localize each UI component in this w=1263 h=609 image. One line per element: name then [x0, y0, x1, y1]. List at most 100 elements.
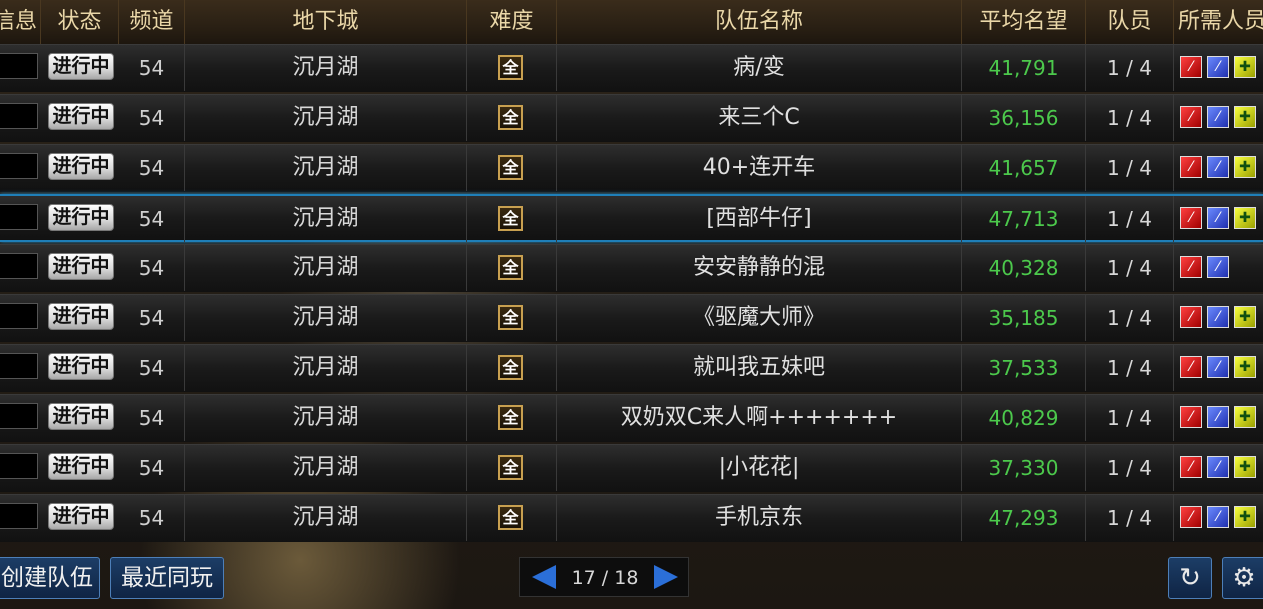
table-header: 信息 状态 频道 地下城 难度 队伍名称 平均名望 队员 所需人员: [0, 0, 1263, 45]
status-badge: 进行中: [48, 403, 114, 430]
message-box: [0, 153, 38, 179]
channel-number: 54: [119, 495, 185, 541]
message-box: [0, 204, 38, 230]
recent-players-button[interactable]: 最近同玩: [110, 557, 224, 599]
role-red-icon: ⁄: [1180, 506, 1202, 528]
average-fame: 40,829: [962, 395, 1086, 441]
status-badge: 进行中: [48, 353, 114, 380]
dungeon-name: 沉月湖: [185, 395, 467, 441]
role-blue-icon: ⁄: [1207, 406, 1229, 428]
average-fame: 35,185: [962, 295, 1086, 341]
role-blue-icon: ⁄: [1207, 356, 1229, 378]
member-count: 1 / 4: [1086, 345, 1174, 391]
party-row[interactable]: 进行中 54 沉月湖全 40+连开车 41,657 1 / 4 ⁄ ⁄ ✚: [0, 144, 1263, 192]
party-row[interactable]: 进行中 54 沉月湖全就叫我五妹吧 37,533 1 / 4 ⁄ ⁄ ✚: [0, 344, 1263, 392]
role-red-icon: ⁄: [1180, 106, 1202, 128]
party-row[interactable]: 进行中 54 沉月湖全 [西部牛仔] 47,713 1 / 4 ⁄ ⁄ ✚: [0, 194, 1263, 242]
party-row[interactable]: 进行中 54 沉月湖全来三个C 36,156 1 / 4 ⁄ ⁄ ✚: [0, 94, 1263, 142]
header-info: 信息: [0, 0, 41, 44]
average-fame: 41,791: [962, 45, 1086, 91]
create-team-button[interactable]: 创建队伍: [0, 557, 100, 599]
average-fame: 36,156: [962, 95, 1086, 141]
role-yellow-icon: ✚: [1234, 456, 1256, 478]
role-blue-icon: ⁄: [1207, 156, 1229, 178]
message-box: [0, 253, 38, 279]
party-row[interactable]: 进行中 54 沉月湖全《驱魔大师》 35,185 1 / 4 ⁄ ⁄ ✚: [0, 294, 1263, 342]
role-blue-icon: ⁄: [1207, 56, 1229, 78]
average-fame: 40,328: [962, 245, 1086, 291]
role-red-icon: ⁄: [1180, 356, 1202, 378]
settings-button[interactable]: ⚙: [1222, 557, 1263, 599]
prev-page-icon[interactable]: [532, 565, 556, 589]
average-fame: 47,293: [962, 495, 1086, 541]
header-channel: 频道: [119, 0, 185, 44]
member-count: 1 / 4: [1086, 245, 1174, 291]
channel-number: 54: [119, 95, 185, 141]
role-yellow-icon: ✚: [1234, 506, 1256, 528]
team-name: 就叫我五妹吧: [557, 345, 962, 391]
difficulty-all-icon: 全: [498, 405, 523, 430]
team-name: |小花花|: [557, 445, 962, 491]
role-yellow-icon: ✚: [1234, 406, 1256, 428]
party-finder-window: 信息 状态 频道 地下城 难度 队伍名称 平均名望 队员 所需人员 进行中 54 沉…: [0, 0, 1263, 609]
role-yellow-icon: ✚: [1234, 356, 1256, 378]
status-badge: 进行中: [48, 153, 114, 180]
difficulty-all-icon: 全: [498, 255, 523, 280]
message-box: [0, 503, 38, 529]
dungeon-name: 沉月湖: [185, 245, 467, 291]
role-yellow-icon: ✚: [1234, 106, 1256, 128]
difficulty-all-icon: 全: [498, 155, 523, 180]
member-count: 1 / 4: [1086, 95, 1174, 141]
dungeon-name: 沉月湖: [185, 345, 467, 391]
party-row[interactable]: 进行中 54 沉月湖全 |小花花| 37,330 1 / 4 ⁄ ⁄ ✚: [0, 444, 1263, 492]
refresh-button[interactable]: ↻: [1168, 557, 1212, 599]
dungeon-name: 沉月湖: [185, 45, 467, 91]
role-red-icon: ⁄: [1180, 306, 1202, 328]
team-name: 双奶双C来人啊+++++++: [557, 395, 962, 441]
channel-number: 54: [119, 45, 185, 91]
header-status: 状态: [41, 0, 119, 44]
average-fame: 37,533: [962, 345, 1086, 391]
average-fame: 47,713: [962, 196, 1086, 242]
member-count: 1 / 4: [1086, 495, 1174, 541]
difficulty-all-icon: 全: [498, 455, 523, 480]
role-yellow-icon: ✚: [1234, 207, 1256, 229]
role-yellow-icon: ✚: [1234, 306, 1256, 328]
member-count: 1 / 4: [1086, 445, 1174, 491]
difficulty-all-icon: 全: [498, 55, 523, 80]
channel-number: 54: [119, 196, 185, 242]
message-box: [0, 53, 38, 79]
next-page-icon[interactable]: [654, 565, 678, 589]
role-blue-icon: ⁄: [1207, 256, 1229, 278]
party-row[interactable]: 进行中 54 沉月湖全双奶双C来人啊+++++++ 40,829 1 / 4 ⁄ ⁄ ✚: [0, 394, 1263, 442]
difficulty-all-icon: 全: [498, 305, 523, 330]
dungeon-name: 沉月湖: [185, 495, 467, 541]
channel-number: 54: [119, 245, 185, 291]
role-yellow-icon: ✚: [1234, 156, 1256, 178]
message-box: [0, 403, 38, 429]
role-yellow-icon: ✚: [1234, 56, 1256, 78]
member-count: 1 / 4: [1086, 295, 1174, 341]
difficulty-all-icon: 全: [498, 505, 523, 530]
channel-number: 54: [119, 295, 185, 341]
team-name: 40+连开车: [557, 145, 962, 191]
role-blue-icon: ⁄: [1207, 456, 1229, 478]
party-row[interactable]: 进行中 54 沉月湖全手机京东 47,293 1 / 4 ⁄ ⁄ ✚: [0, 494, 1263, 542]
member-count: 1 / 4: [1086, 145, 1174, 191]
header-members: 队员: [1086, 0, 1174, 44]
role-blue-icon: ⁄: [1207, 207, 1229, 229]
member-count: 1 / 4: [1086, 45, 1174, 91]
role-blue-icon: ⁄: [1207, 306, 1229, 328]
role-red-icon: ⁄: [1180, 456, 1202, 478]
status-badge: 进行中: [48, 204, 114, 231]
team-name: 病/变: [557, 45, 962, 91]
difficulty-all-icon: 全: [498, 355, 523, 380]
party-row[interactable]: 进行中 54 沉月湖 全 安安静静的混 40,328 1 / 4 ⁄ ⁄: [0, 244, 1263, 292]
channel-number: 54: [119, 145, 185, 191]
refresh-icon: ↻: [1179, 563, 1201, 593]
role-red-icon: ⁄: [1180, 56, 1202, 78]
header-team-name: 队伍名称: [557, 0, 962, 44]
message-box: [0, 303, 38, 329]
party-row[interactable]: 进行中 54 沉月湖全病/变 41,791 1 / 4 ⁄ ⁄ ✚: [0, 44, 1263, 92]
header-difficulty: 难度: [467, 0, 557, 44]
